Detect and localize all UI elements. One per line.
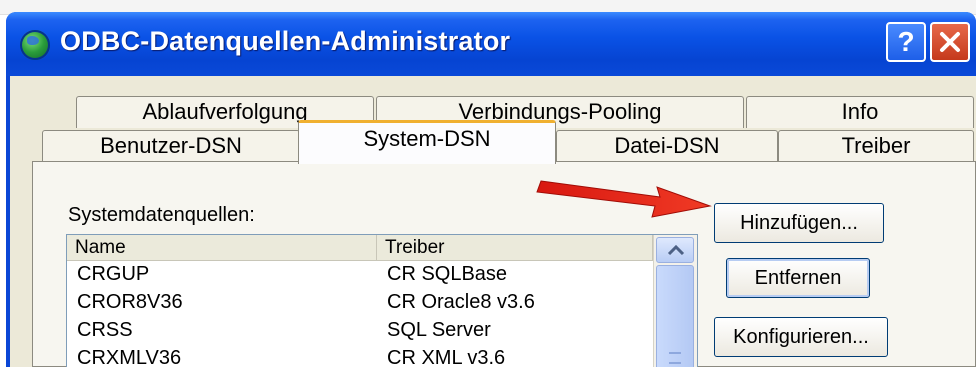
row-driver: CR XML v3.6 xyxy=(387,347,506,367)
row-name: CRSS xyxy=(77,319,133,341)
list-item[interactable]: CRXMLV36 CR XML v3.6 xyxy=(67,344,653,367)
list-item[interactable]: CRSS SQL Server xyxy=(67,316,653,344)
odbc-admin-window: ODBC-Datenquellen-Administrator ? Ablauf… xyxy=(6,12,976,367)
row-name: CROR8V36 xyxy=(77,291,183,313)
tab-datei-dsn[interactable]: Datei-DSN xyxy=(556,130,778,162)
help-icon: ? xyxy=(897,26,915,57)
close-button[interactable] xyxy=(930,22,970,62)
tab-system-dsn[interactable]: System-DSN xyxy=(298,120,556,164)
row-driver: CR SQLBase xyxy=(387,263,508,285)
chevron-up-icon xyxy=(667,244,685,256)
column-header-name[interactable]: Name xyxy=(67,235,377,261)
row-driver: CR Oracle8 v3.6 xyxy=(387,291,535,313)
client-area: Ablaufverfolgung Verbindungs-Pooling Inf… xyxy=(10,76,976,367)
remove-button[interactable]: Entfernen xyxy=(726,258,870,298)
tab-label: Benutzer-DSN xyxy=(100,133,242,158)
tab-benutzer-dsn[interactable]: Benutzer-DSN xyxy=(42,130,300,162)
row-driver: SQL Server xyxy=(387,319,491,341)
datasource-list[interactable]: Name Treiber CRGUP CR SQLBase CROR8V36 C… xyxy=(66,234,698,367)
add-button[interactable]: Hinzufügen... xyxy=(714,203,884,243)
column-header-driver[interactable]: Treiber xyxy=(377,235,653,261)
tab-label: Datei-DSN xyxy=(614,133,720,158)
tab-info[interactable]: Info xyxy=(746,96,974,128)
window-title: ODBC-Datenquellen-Administrator xyxy=(60,26,511,56)
vertical-scrollbar[interactable] xyxy=(653,235,697,367)
close-icon xyxy=(940,32,960,52)
tab-treiber[interactable]: Treiber xyxy=(778,130,974,162)
tab-label: System-DSN xyxy=(363,126,491,151)
scroll-up-button[interactable] xyxy=(656,237,694,263)
list-item[interactable]: CROR8V36 CR Oracle8 v3.6 xyxy=(67,288,653,316)
row-name: CRGUP xyxy=(77,263,150,285)
title-bar[interactable]: ODBC-Datenquellen-Administrator ? xyxy=(6,12,976,76)
list-item[interactable]: CRGUP CR SQLBase xyxy=(67,260,653,288)
row-name: CRXMLV36 xyxy=(77,347,182,367)
configure-button[interactable]: Konfigurieren... xyxy=(714,317,888,357)
tab-label: Info xyxy=(841,99,879,124)
tab-label: Treiber xyxy=(841,133,911,158)
scroll-thumb[interactable] xyxy=(656,265,694,367)
help-button[interactable]: ? xyxy=(886,22,926,62)
datasource-list-label: Systemdatenquellen: xyxy=(68,204,255,226)
globe-icon xyxy=(20,30,50,60)
